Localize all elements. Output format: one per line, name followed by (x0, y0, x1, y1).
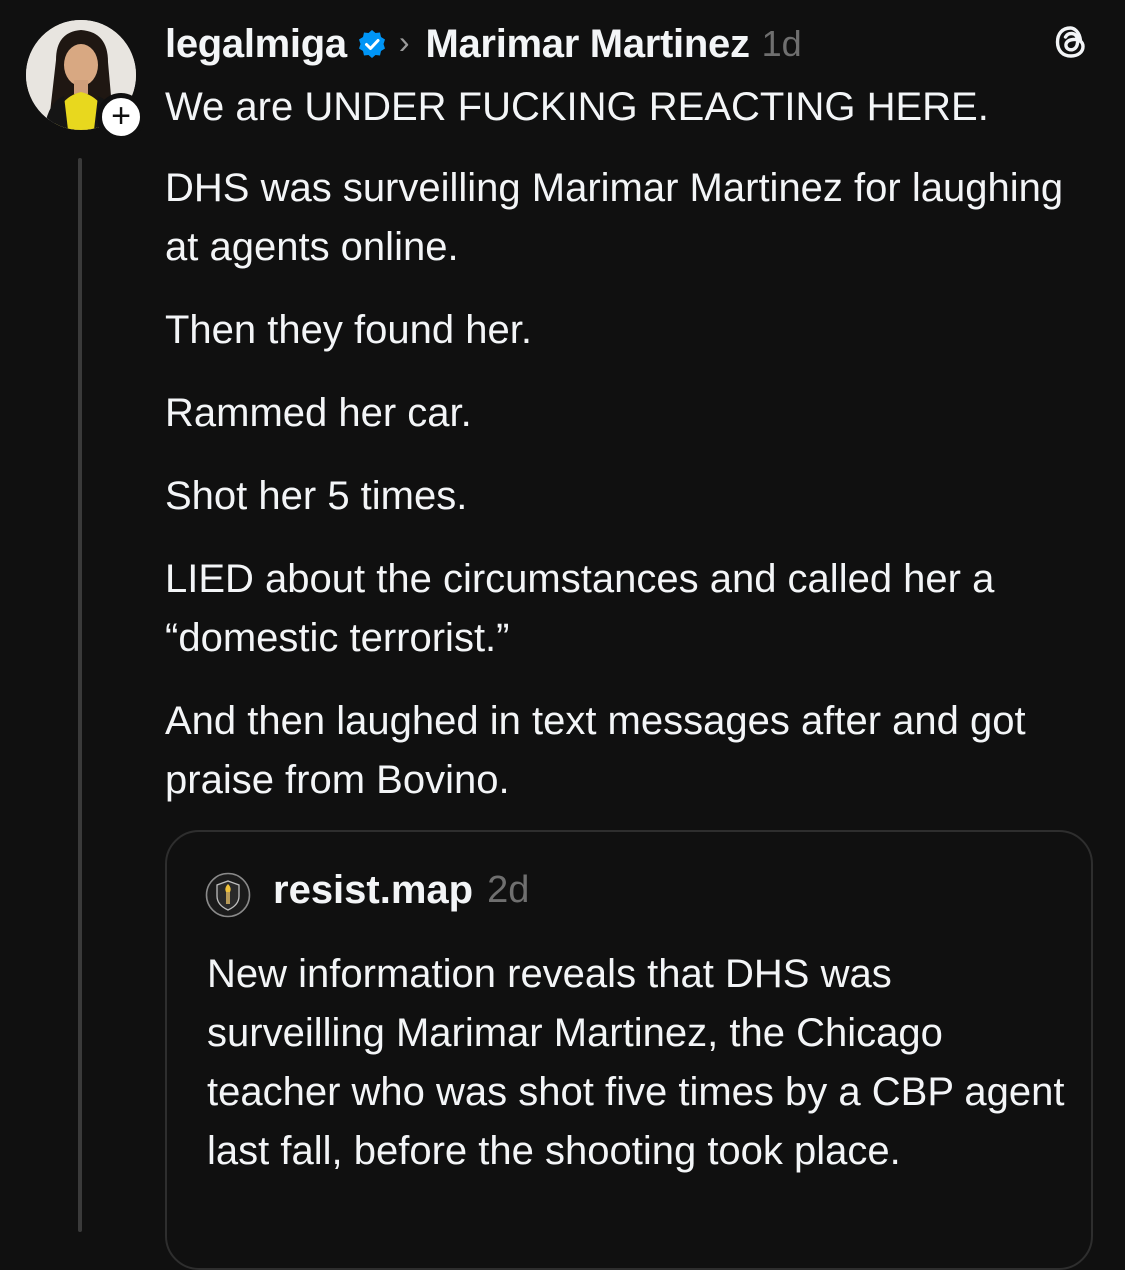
post-paragraph: Shot her 5 times. (165, 474, 468, 518)
threads-logo-icon[interactable] (1051, 22, 1091, 62)
post-paragraph: LIED about the circumstances and called … (165, 557, 995, 660)
quoted-post-card[interactable]: resist.map 2d New information reveals th… (165, 830, 1093, 1270)
post-body: We are UNDER FUCKING REACTING HERE. DHS … (165, 78, 1095, 834)
quoted-username[interactable]: resist.map (273, 868, 473, 913)
chevron-right-icon: › (398, 24, 410, 60)
quoted-timestamp: 2d (487, 869, 530, 911)
verified-badge-icon (357, 29, 387, 59)
reply-to-username[interactable]: Marimar Martinez (425, 22, 749, 67)
post-timestamp: 1d (761, 23, 802, 64)
post-paragraph: Then they found her. (165, 308, 532, 352)
thread-line (78, 158, 82, 1232)
quoted-post-header: resist.map 2d (273, 868, 529, 913)
quoted-post-text: New information reveals that DHS was sur… (207, 952, 1065, 1173)
quoted-avatar[interactable] (205, 872, 251, 918)
username[interactable]: legalmiga (165, 22, 347, 67)
post-paragraph: DHS was surveilling Marimar Martinez for… (165, 166, 1064, 269)
post-paragraph: We are UNDER FUCKING REACTING HERE. (165, 85, 989, 129)
follow-button[interactable]: + (97, 93, 145, 141)
post-paragraph: Rammed her car. (165, 391, 472, 435)
post-paragraph: And then laughed in text messages after … (165, 699, 1026, 802)
post-header: legalmiga › Marimar Martinez 1d (165, 16, 802, 72)
